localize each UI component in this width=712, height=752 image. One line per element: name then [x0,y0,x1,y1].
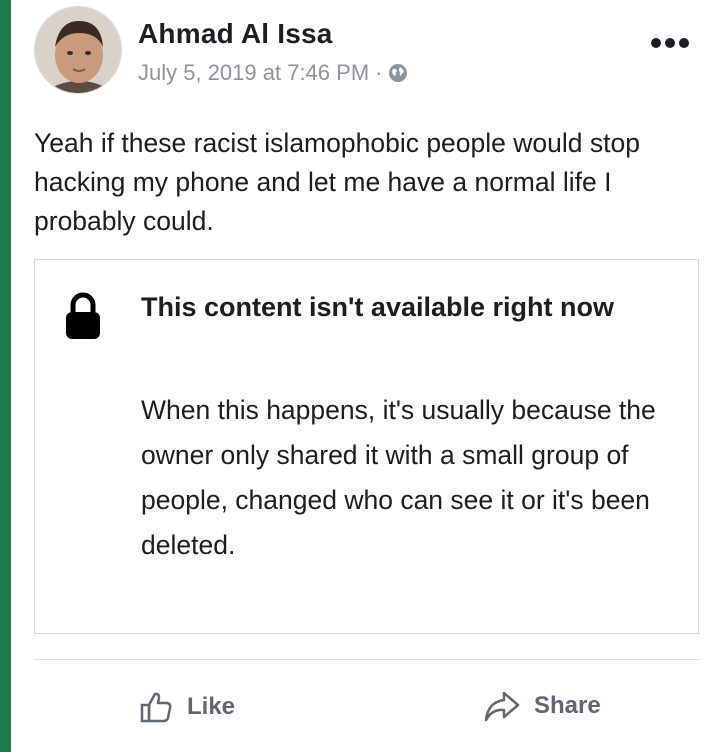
lock-icon [65,292,101,340]
avatar[interactable] [34,6,122,94]
post-meta: July 5, 2019 at 7:46 PM · [138,60,408,86]
unavailable-description: When this happens, it's usually because … [141,395,656,560]
post-timestamp[interactable]: July 5, 2019 at 7:46 PM [138,60,369,86]
share-button[interactable]: Share [484,690,601,722]
unavailable-title: This content isn't available right now [141,292,614,322]
accent-bar [0,0,11,752]
post-card: Ahmad Al Issa July 5, 2019 at 7:46 PM · … [0,0,712,752]
action-divider [34,659,699,660]
share-arrow-icon [484,691,520,722]
more-options-icon[interactable] [648,36,692,50]
unavailable-content-box: This content isn't available right now W… [34,259,699,634]
post-text: Yeah if these racist islamophobic people… [34,128,640,236]
meta-separator: · [375,60,383,85]
author-name[interactable]: Ahmad Al Issa [138,18,333,50]
like-label: Like [187,693,236,720]
globe-icon [388,63,408,83]
thumbs-up-icon [140,692,172,723]
like-button[interactable]: Like [139,690,235,724]
share-label: Share [534,692,601,719]
